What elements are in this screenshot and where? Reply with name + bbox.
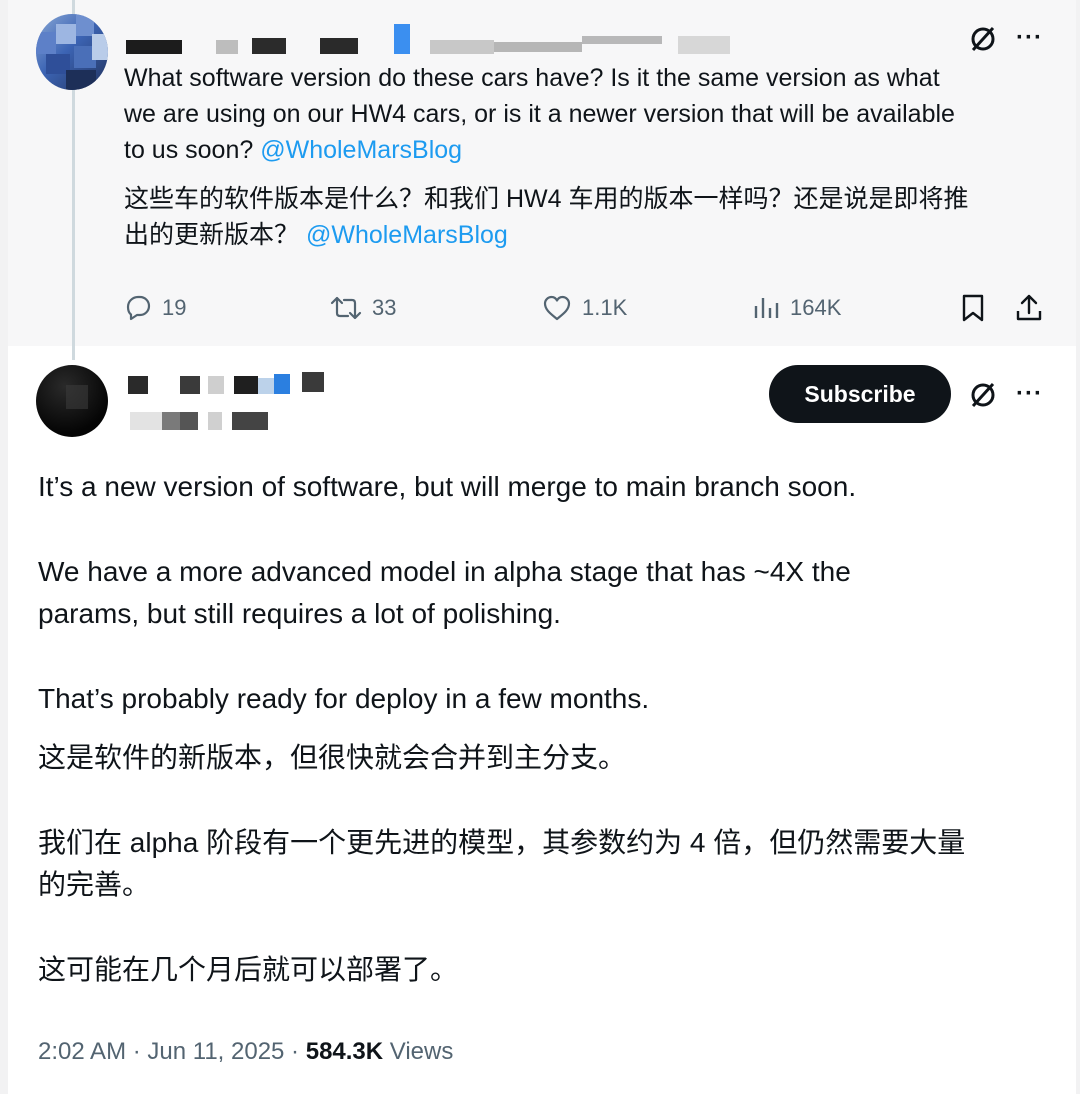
reply-line-text: 出的更新版本？	[124, 221, 300, 249]
share-icon	[1016, 294, 1042, 321]
body-paragraph: That’s probably ready for deploy in a fe…	[38, 683, 650, 714]
subscribe-button[interactable]: Subscribe	[769, 365, 951, 423]
body-line: We have a more advanced model in alpha s…	[38, 556, 851, 587]
reply-line: 出的更新版本？ @WholeMarsBlog	[124, 217, 1044, 253]
reply-text-zh: 这些车的软件版本是什么？和我们 HW4 车用的版本一样吗？还是说是即将推 出的更…	[124, 181, 1044, 253]
reply-text-en: What software version do these cars have…	[124, 60, 1044, 168]
verified-badge	[394, 24, 410, 54]
grok-icon[interactable]	[968, 380, 998, 410]
body-paragraph: 我们在 alpha 阶段有一个更先进的模型，其参数约为 4 倍，但仍然需要大量 …	[38, 822, 1048, 906]
bookmark-icon	[962, 294, 984, 322]
views-count: 584.3K	[305, 1038, 384, 1065]
reply-button[interactable]: 19	[124, 288, 186, 328]
repost-button[interactable]: 33	[330, 288, 396, 328]
more-icon[interactable]: ···	[1016, 24, 1043, 52]
author-name[interactable]	[124, 372, 344, 398]
timestamp-text: 2:02 AM · Jun 11, 2025 ·	[38, 1038, 306, 1065]
share-button[interactable]	[1014, 288, 1044, 328]
body-paragraph: 这可能在几个月后就可以部署了。	[38, 954, 459, 985]
mention-link[interactable]: @WholeMarsBlog	[260, 136, 462, 164]
tweet-timestamp[interactable]: 2:02 AM · Jun 11, 2025 · 584.3K Views	[38, 1038, 453, 1066]
reply-count: 19	[162, 295, 187, 320]
more-icon[interactable]: ···	[1016, 380, 1043, 408]
reply-line: What software version do these cars have…	[124, 64, 940, 92]
reply-line: 这些车的软件版本是什么？和我们 HW4 车用的版本一样吗？还是说是即将推	[124, 185, 969, 213]
body-line: params, but still requires a lot of poli…	[38, 598, 561, 629]
grok-icon[interactable]	[968, 24, 998, 54]
like-icon	[543, 295, 571, 321]
tweet-body-zh: 这是软件的新版本，但很快就会合并到主分支。 我们在 alpha 阶段有一个更先进…	[38, 737, 1048, 991]
like-count: 1.1K	[582, 295, 628, 320]
views-label: Views	[383, 1038, 454, 1065]
body-paragraph: 这是软件的新版本，但很快就会合并到主分支。	[38, 742, 627, 773]
repost-icon	[330, 296, 362, 320]
tweet-actions: 19 33 1.1K 164K	[124, 288, 1054, 328]
author-handle[interactable]	[124, 408, 284, 432]
avatar[interactable]	[36, 365, 108, 437]
avatar[interactable]	[36, 14, 108, 90]
body-line: 我们在 alpha 阶段有一个更先进的模型，其参数约为 4 倍，但仍然需要大量	[38, 827, 966, 858]
body-line: 的完善。	[38, 869, 151, 900]
reply-line-text: to us soon?	[124, 136, 261, 164]
body-paragraph: It’s a new version of software, but will…	[38, 471, 857, 502]
like-button[interactable]: 1.1K	[542, 288, 627, 328]
body-paragraph: We have a more advanced model in alpha s…	[38, 551, 1048, 635]
reply-line: to us soon? @WholeMarsBlog	[124, 132, 1044, 168]
views-icon	[754, 298, 779, 318]
mention-link[interactable]: @WholeMarsBlog	[306, 221, 508, 249]
repost-count: 33	[372, 295, 397, 320]
bookmark-button[interactable]	[960, 288, 986, 328]
reply-icon	[126, 295, 151, 321]
username-header[interactable]	[122, 26, 742, 56]
tweet-body-en: It’s a new version of software, but will…	[38, 466, 1048, 720]
views-button[interactable]: 164K	[752, 288, 841, 328]
reply-line: we are using on our HW4 cars, or is it a…	[124, 100, 955, 128]
views-count: 164K	[790, 295, 842, 320]
